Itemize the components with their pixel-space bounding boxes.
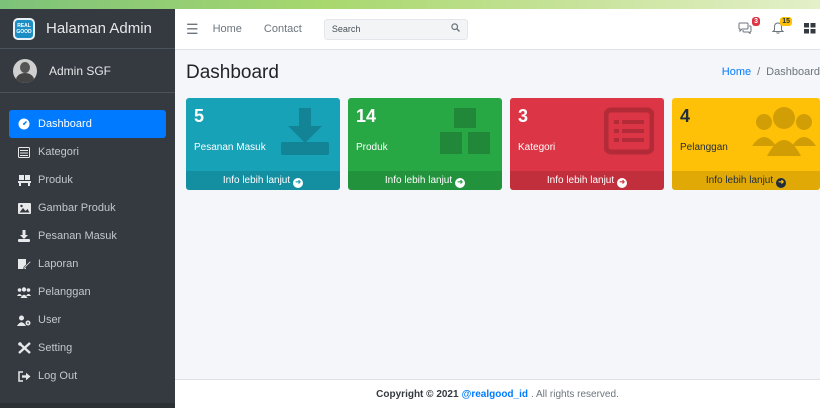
footer-brand-link[interactable]: @realgood_id bbox=[462, 389, 528, 400]
sidebar-item-laporan[interactable]: Laporan bbox=[9, 250, 166, 278]
footer-suffix: . All rights reserved. bbox=[531, 388, 619, 400]
sidebar-item-label: Produk bbox=[38, 174, 73, 186]
dashboard-icon bbox=[17, 118, 31, 130]
sidebar-item-label: Dashboard bbox=[38, 118, 92, 130]
notifications-button[interactable]: 15 bbox=[771, 17, 792, 37]
messages-badge: 3 bbox=[752, 17, 760, 26]
search-icon bbox=[451, 23, 461, 32]
nav-contact-link[interactable]: Contact bbox=[264, 23, 302, 35]
stat-label: Produk bbox=[356, 142, 388, 153]
sidebar-item-log-out[interactable]: Log Out bbox=[9, 362, 166, 390]
sidebar-item-setting[interactable]: Setting bbox=[9, 334, 166, 362]
more-info-label: Info lebih lanjut bbox=[222, 175, 291, 186]
main-footer: Copyright © 2021 @realgood_id . All righ… bbox=[175, 379, 820, 408]
report-icon bbox=[17, 258, 31, 270]
brand-title: Halaman Admin bbox=[46, 20, 152, 37]
stat-box-produk: 14 Produk Info lebih lanjut ➜ bbox=[348, 98, 502, 190]
more-info-label: Info lebih lanjut bbox=[705, 175, 774, 186]
more-info-link[interactable]: Info lebih lanjut ➜ bbox=[672, 171, 820, 190]
sidebar: REAL GOOD Halaman Admin Admin SGF Dashbo… bbox=[0, 9, 175, 408]
search-button[interactable] bbox=[445, 23, 467, 35]
pallet-icon bbox=[17, 174, 31, 186]
search-input[interactable] bbox=[324, 19, 445, 39]
sign-out-icon bbox=[17, 370, 31, 382]
arrow-circle-right-icon: ➜ bbox=[776, 178, 787, 188]
brand-link[interactable]: REAL GOOD Halaman Admin bbox=[0, 9, 175, 49]
brand-logo-text-bottom: GOOD bbox=[16, 28, 32, 35]
comments-icon bbox=[738, 22, 752, 35]
sidebar-item-label: Laporan bbox=[38, 258, 79, 270]
list-icon bbox=[17, 146, 31, 158]
user-cog-icon bbox=[17, 314, 31, 326]
sidebar-item-dashboard[interactable]: Dashboard bbox=[9, 110, 166, 138]
nav-home-link[interactable]: Home bbox=[213, 23, 242, 35]
download-icon bbox=[280, 106, 330, 167]
brand-logo: REAL GOOD bbox=[13, 17, 35, 40]
sidebar-item-kategori[interactable]: Kategori bbox=[9, 138, 166, 166]
avatar bbox=[13, 58, 37, 83]
stat-box-kategori: 3 Kategori Info lebih lanjut ➜ bbox=[510, 98, 664, 190]
stat-value: 14 bbox=[356, 106, 377, 126]
image-icon bbox=[17, 202, 31, 214]
tools-icon bbox=[17, 342, 31, 354]
sidebar-item-pesanan-masuk[interactable]: Pesanan Masuk bbox=[9, 222, 166, 250]
arrow-circle-right-icon: ➜ bbox=[293, 178, 304, 188]
users-icon bbox=[17, 286, 31, 298]
sidebar-bottom bbox=[0, 403, 175, 408]
sidebar-item-label: Setting bbox=[38, 342, 73, 354]
user-panel[interactable]: Admin SGF bbox=[0, 49, 175, 93]
sidebar-menu: Dashboard Kategori Produk Gambar Produk … bbox=[0, 110, 175, 390]
messages-button[interactable]: 3 bbox=[738, 17, 760, 37]
stat-box-pesanan-masuk: 5 Pesanan Masuk Info lebih lanjut ➜ bbox=[186, 98, 340, 190]
top-navbar: ☰ Home Contact 3 15 bbox=[175, 9, 820, 50]
more-info-link[interactable]: Info lebih lanjut ➜ bbox=[510, 171, 664, 190]
breadcrumb-separator: / bbox=[757, 66, 761, 78]
sidebar-item-produk[interactable]: Produk bbox=[9, 166, 166, 194]
breadcrumb-home-link[interactable]: Home bbox=[722, 66, 751, 78]
more-info-label: Info lebih lanjut bbox=[384, 175, 453, 186]
user-name: Admin SGF bbox=[49, 63, 112, 78]
breadcrumb: Home / Dashboard bbox=[722, 66, 820, 78]
sidebar-item-label: Pelanggan bbox=[38, 286, 91, 298]
arrow-circle-right-icon: ➜ bbox=[455, 178, 466, 188]
page-title: Dashboard bbox=[186, 62, 279, 83]
breadcrumb-current: Dashboard bbox=[766, 66, 820, 78]
sidebar-item-label: Kategori bbox=[38, 146, 79, 158]
pallet-icon bbox=[438, 106, 492, 167]
copyright-text: Copyright © 2021 bbox=[376, 388, 459, 400]
more-info-link[interactable]: Info lebih lanjut ➜ bbox=[348, 171, 502, 190]
stat-label: Kategori bbox=[518, 142, 556, 153]
hamburger-menu-icon[interactable]: ☰ bbox=[186, 21, 199, 38]
sidebar-item-label: Log Out bbox=[38, 370, 78, 382]
search-box bbox=[323, 18, 468, 40]
stat-box-pelanggan: 4 Pelanggan Info lebih lanjut ➜ bbox=[672, 98, 820, 190]
arrow-circle-right-icon: ➜ bbox=[617, 178, 628, 188]
stat-value: 4 bbox=[680, 106, 691, 126]
sidebar-item-label: User bbox=[38, 314, 62, 326]
sidebar-item-label: Pesanan Masuk bbox=[38, 230, 117, 242]
download-icon bbox=[17, 230, 31, 242]
sidebar-item-user[interactable]: User bbox=[9, 306, 166, 334]
sidebar-item-label: Gambar Produk bbox=[38, 202, 116, 214]
sidebar-item-gambar-produk[interactable]: Gambar Produk bbox=[9, 194, 166, 222]
stat-label: Pelanggan bbox=[680, 142, 728, 153]
users-icon bbox=[752, 106, 816, 167]
sidebar-item-pelanggan[interactable]: Pelanggan bbox=[9, 278, 166, 306]
more-info-label: Info lebih lanjut bbox=[546, 175, 615, 186]
grid-icon[interactable] bbox=[804, 22, 816, 37]
stat-value: 3 bbox=[518, 106, 529, 126]
top-accent-strip bbox=[0, 0, 820, 9]
list-alt-icon bbox=[603, 106, 655, 167]
stat-label: Pesanan Masuk bbox=[194, 142, 266, 153]
notifications-badge: 15 bbox=[780, 17, 792, 26]
more-info-link[interactable]: Info lebih lanjut ➜ bbox=[186, 171, 340, 190]
navbar-right: 3 15 bbox=[738, 9, 820, 50]
stat-value: 5 bbox=[194, 106, 205, 126]
